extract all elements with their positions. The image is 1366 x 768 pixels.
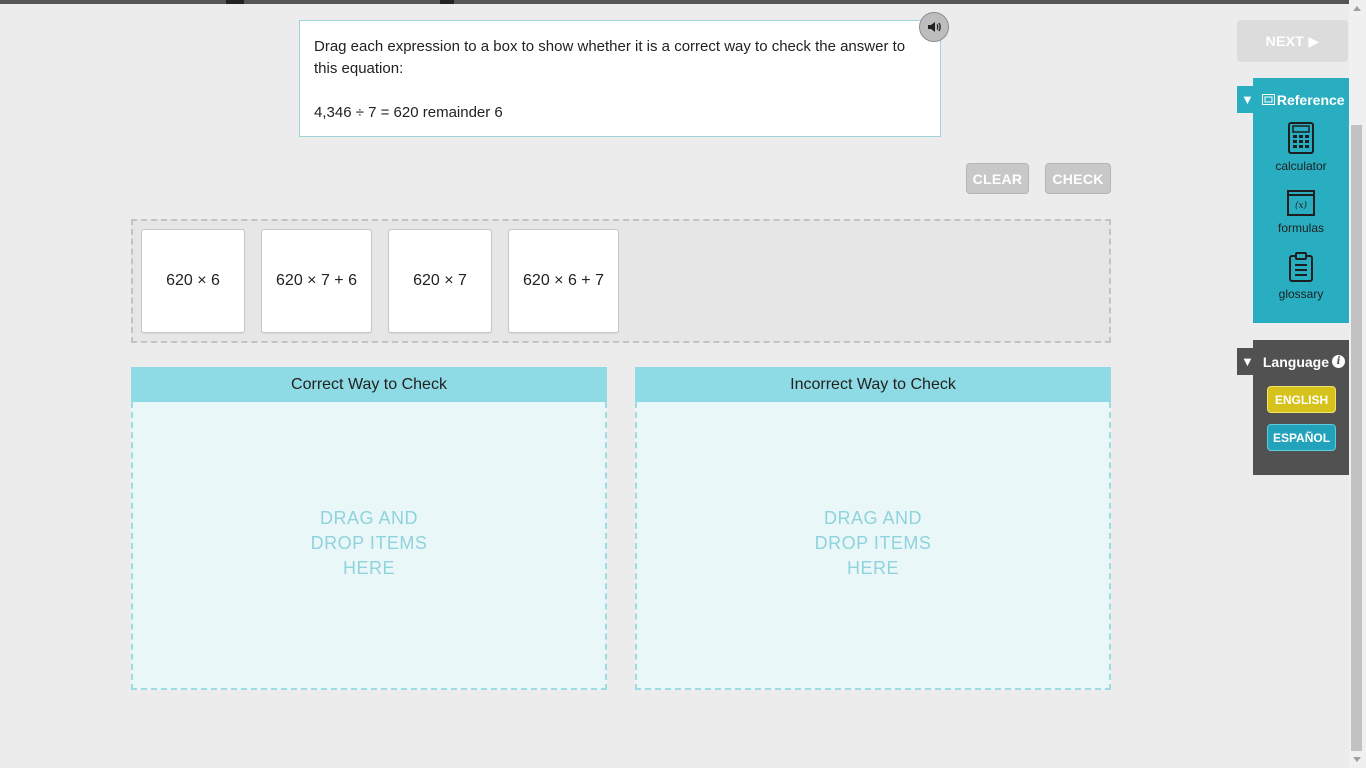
reference-icon bbox=[1261, 94, 1275, 105]
reference-title: Reference bbox=[1276, 91, 1345, 108]
reference-toggle[interactable]: ▼ Reference bbox=[1237, 86, 1349, 113]
zone-title: Incorrect Way to Check bbox=[635, 367, 1111, 402]
audio-play-button[interactable] bbox=[919, 12, 949, 42]
formulas-icon: (x) bbox=[1287, 190, 1315, 216]
triangle-down-icon: ▼ bbox=[1241, 92, 1254, 107]
partial-header-text bbox=[440, 0, 454, 4]
incorrect-drop-zone[interactable]: Incorrect Way to Check DRAG AND DROP ITE… bbox=[635, 367, 1111, 690]
expression-tile[interactable]: 620 × 7 bbox=[388, 229, 492, 333]
top-progress-bar bbox=[0, 0, 1366, 4]
scrollbar-thumb[interactable] bbox=[1351, 125, 1362, 751]
expression-tile[interactable]: 620 × 7 + 6 bbox=[261, 229, 372, 333]
formulas-label: formulas bbox=[1277, 221, 1324, 235]
expression-tile[interactable]: 620 × 6 + 7 bbox=[508, 229, 619, 333]
correct-drop-zone[interactable]: Correct Way to Check DRAG AND DROP ITEMS… bbox=[131, 367, 607, 690]
calculator-tool[interactable]: calculator bbox=[1253, 122, 1349, 173]
zone-title: Correct Way to Check bbox=[131, 367, 607, 402]
drop-hint: DRAG AND DROP ITEMS HERE bbox=[310, 507, 428, 578]
english-button[interactable]: ENGLISH bbox=[1267, 386, 1336, 413]
language-toggle[interactable]: ▼ Language i bbox=[1237, 348, 1349, 375]
next-button[interactable]: NEXT ▶ bbox=[1237, 20, 1348, 62]
calculator-icon bbox=[1288, 122, 1314, 154]
expression-tile[interactable]: 620 × 6 bbox=[141, 229, 245, 333]
calculator-label: calculator bbox=[1275, 159, 1327, 173]
drop-hint: DRAG AND DROP ITEMS HERE bbox=[814, 507, 932, 578]
question-prompt: Drag each expression to a box to show wh… bbox=[299, 20, 941, 137]
language-title: Language bbox=[1262, 353, 1329, 370]
clear-button[interactable]: CLEAR bbox=[966, 163, 1029, 194]
zone-drop-area[interactable]: DRAG AND DROP ITEMS HERE bbox=[131, 402, 607, 690]
glossary-icon bbox=[1289, 252, 1313, 282]
info-icon[interactable]: i bbox=[1332, 355, 1345, 368]
question-instruction: Drag each expression to a box to show wh… bbox=[314, 38, 906, 77]
partial-header-text bbox=[226, 0, 244, 4]
zone-drop-area[interactable]: DRAG AND DROP ITEMS HERE bbox=[635, 402, 1111, 690]
glossary-label: glossary bbox=[1278, 287, 1324, 301]
speaker-icon bbox=[928, 22, 941, 32]
glossary-tool[interactable]: glossary bbox=[1253, 252, 1349, 301]
svg-text:(x): (x) bbox=[1295, 200, 1308, 211]
check-button[interactable]: CHECK bbox=[1045, 163, 1111, 194]
formulas-tool[interactable]: (x) formulas bbox=[1253, 190, 1349, 235]
scroll-up-arrow-icon[interactable] bbox=[1353, 6, 1361, 11]
question-equation: 4,346 ÷ 7 = 620 remainder 6 bbox=[314, 104, 503, 121]
espanol-button[interactable]: ESPAÑOL bbox=[1267, 424, 1336, 451]
scroll-down-arrow-icon[interactable] bbox=[1353, 757, 1361, 762]
triangle-down-icon: ▼ bbox=[1241, 354, 1254, 369]
vertical-scrollbar[interactable] bbox=[1349, 0, 1366, 768]
